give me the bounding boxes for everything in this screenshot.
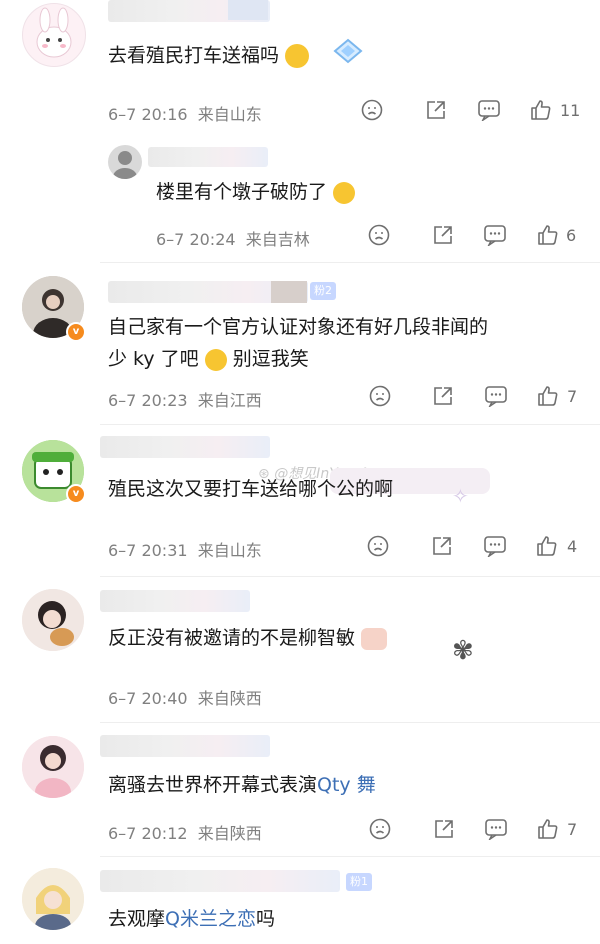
username-blurred[interactable] [108,281,308,303]
search-icon: Q [317,774,332,796]
comment-icon[interactable] [483,535,507,557]
search-icon: Q [165,908,180,930]
comment-icon[interactable] [483,224,507,246]
username-blurred[interactable] [100,590,250,612]
avatar[interactable] [108,145,142,179]
dislike-icon[interactable] [368,224,390,246]
butterfly-sticker-icon: ✾ [452,636,474,666]
like-icon[interactable] [536,817,560,841]
divider [100,722,600,723]
dislike-icon[interactable] [369,385,391,407]
comment-time: 6–7 20:16 [108,105,188,124]
comment-time: 6–7 20:12 [108,824,188,843]
comment-text: 楼里有个墩子破防了 [156,176,356,208]
like-count: 6 [566,226,577,245]
like-count: 7 [567,387,578,406]
dislike-icon[interactable] [369,818,391,840]
like-count: 4 [567,537,578,556]
comment-time: 6–7 20:31 [108,541,188,560]
comment-time: 6–7 20:24 [156,230,236,249]
comment-meta: 6–7 20:16 来自山东 [108,101,262,125]
comment-meta: 6–7 20:12 来自陕西 [108,820,262,844]
share-icon[interactable] [433,818,455,840]
comment-location: 来自江西 [197,391,262,410]
like-icon[interactable] [536,384,560,408]
thinking-emoji-icon [285,44,310,68]
divider [100,856,600,857]
comment-text: 去看殖民打车送福吗 [108,38,363,74]
comment-icon[interactable] [477,99,501,121]
username-blurred[interactable] [108,0,270,22]
comment-time: 6–7 20:23 [108,391,188,410]
like-icon[interactable] [535,534,559,558]
fan-badge: 粉2 [310,282,336,300]
verified-badge-icon: v [66,322,86,342]
bunny-avatar-icon [36,7,72,58]
avatar[interactable] [22,736,84,798]
comment-icon[interactable] [484,385,508,407]
divider [100,576,600,577]
comment-text: 离骚去世界杯开幕式表演Qty 舞 [108,774,376,796]
crying-laughing-emoji-icon [333,181,356,204]
comment-text: 殖民这次又要打车送给哪个公的啊 [108,478,394,500]
comment-meta: 6–7 20:31 来自山东 [108,537,262,561]
comment-text: 自己家有一个官方认证对象还有好几段非闻的 [108,316,489,338]
comment-location: 来自吉林 [245,230,310,249]
divider [100,424,600,425]
user-avatar-icon [22,868,84,930]
share-icon[interactable] [432,385,454,407]
avatar[interactable] [22,589,84,651]
comment-text: 反正没有被邀请的不是柳智敏 [108,622,388,654]
like-icon[interactable] [529,98,553,122]
heart-sticker-icon [361,627,388,650]
comment-meta: 6–7 20:40 来自陕西 [108,685,262,709]
verified-badge-icon: v [66,484,86,504]
comment-location: 来自陕西 [197,824,262,843]
user-avatar-icon [22,589,84,651]
like-count: 7 [567,820,578,839]
comment-location: 来自陕西 [197,689,262,708]
comment-meta: 6–7 20:23 来自江西 [108,387,262,411]
like-count: 11 [560,101,581,120]
dislike-icon[interactable] [361,99,383,121]
share-icon[interactable] [432,224,454,246]
like-icon[interactable] [536,223,560,247]
username-blurred[interactable] [100,436,270,458]
comment-location: 来自山东 [197,541,262,560]
comment-time: 6–7 20:40 [108,689,188,708]
username-blurred[interactable] [100,870,340,892]
comment-text: 去观摩Q米兰之恋吗 [108,908,276,930]
fan-badge: 粉1 [346,873,372,891]
comment-text: 少 ky 了吧 别逗我笑 [108,348,309,371]
share-icon[interactable] [431,535,453,557]
diamond-sticker-icon [333,38,363,74]
comment-meta: 6–7 20:24 来自吉林 [156,226,310,250]
divider [100,262,600,263]
search-link[interactable]: Qty 舞 [317,774,376,796]
user-avatar-icon [22,736,84,798]
share-icon[interactable] [425,99,447,121]
search-link[interactable]: Q米兰之恋 [165,908,256,930]
username-blurred[interactable] [100,735,270,757]
dislike-icon[interactable] [367,535,389,557]
user-avatar-icon [113,151,137,179]
username-blurred[interactable] [148,147,268,167]
avatar[interactable] [22,3,86,67]
avatar[interactable] [22,868,84,930]
comment-icon[interactable] [484,818,508,840]
butterfly-sticker-icon: ✧ [452,484,469,508]
comment-location: 来自山东 [197,105,262,124]
crying-laughing-emoji-icon [204,348,227,371]
